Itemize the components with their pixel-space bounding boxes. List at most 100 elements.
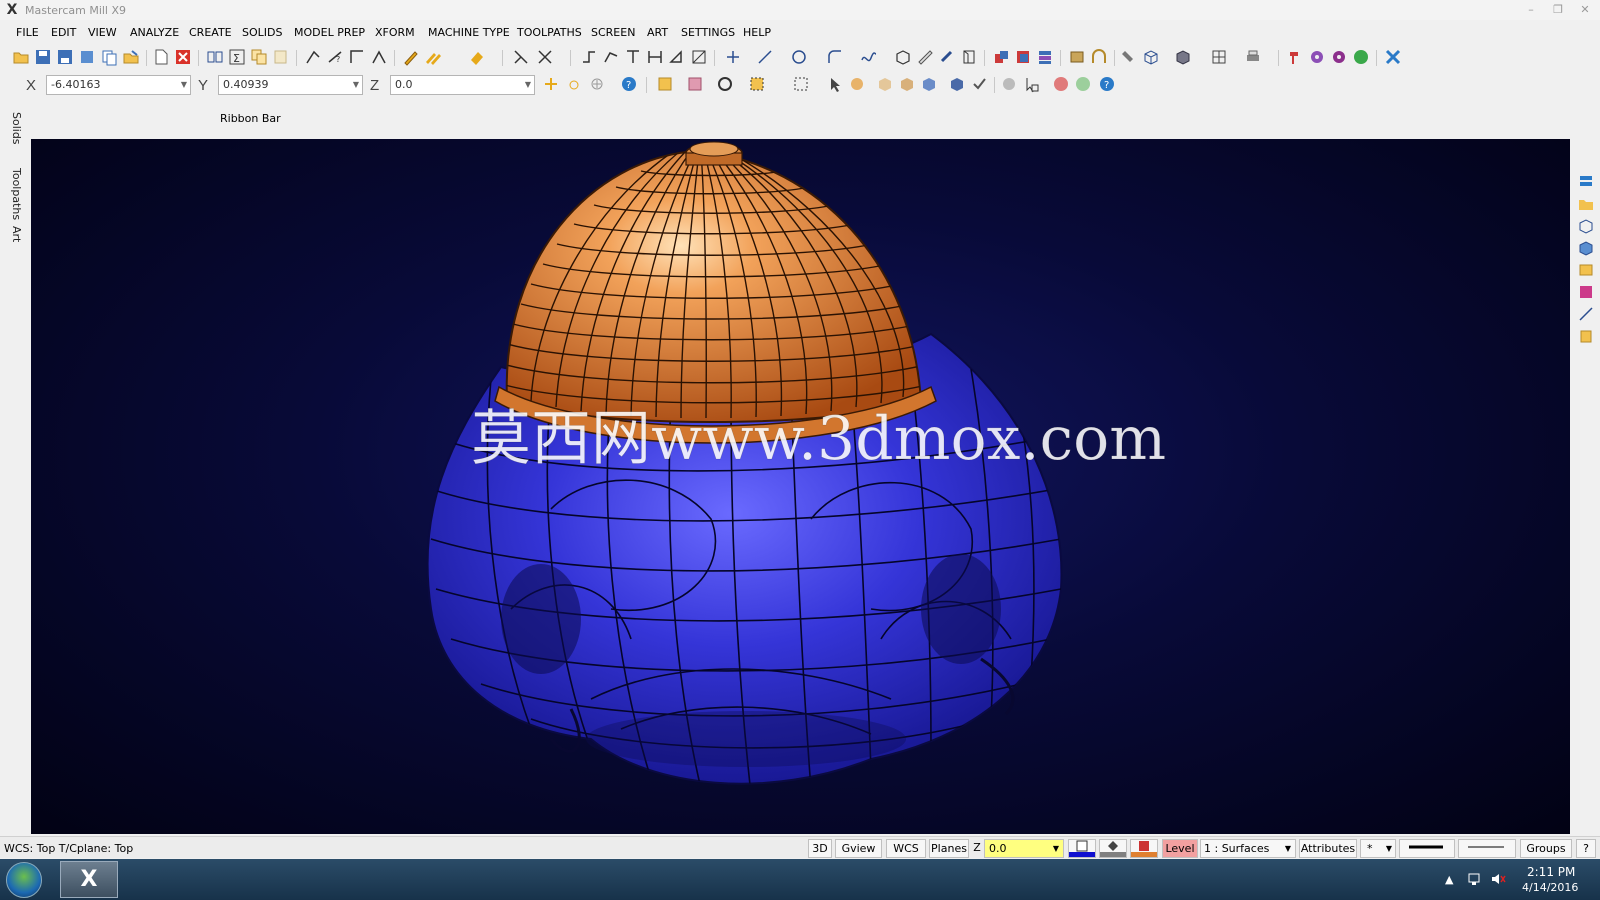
settings-gear-icon[interactable] (1330, 48, 1348, 66)
x-dropdown-arrow-icon[interactable]: ▼ (181, 76, 187, 94)
hammer-icon[interactable] (1286, 48, 1304, 66)
offset-icon[interactable] (602, 48, 620, 66)
line-width-select[interactable] (1458, 839, 1516, 858)
tab-art[interactable]: Art (10, 226, 23, 242)
x-coordinate-field[interactable]: -6.40163 ▼ (46, 75, 191, 95)
help-button[interactable]: ? (1576, 839, 1596, 858)
start-button[interactable] (6, 862, 42, 898)
solid-body-icon[interactable] (898, 75, 916, 93)
tab-solids[interactable]: Solids (10, 112, 23, 145)
clock-time[interactable]: 2:11 PM (1527, 865, 1575, 879)
analyze-point-icon[interactable] (1578, 306, 1594, 322)
paste-icon[interactable] (272, 48, 290, 66)
menu-create[interactable]: CREATE (189, 26, 232, 39)
extend-icon[interactable] (624, 48, 642, 66)
customize-icon[interactable] (1384, 48, 1402, 66)
mastercam-logo-icon[interactable]: X (4, 2, 20, 18)
join-icon[interactable] (580, 48, 598, 66)
bounding-box-icon[interactable] (960, 48, 978, 66)
folder-icon[interactable] (1578, 196, 1594, 212)
analyze-icon[interactable] (304, 48, 322, 66)
z-coordinate-field[interactable]: 0.0 ▼ (390, 75, 535, 95)
save-some-icon[interactable] (78, 48, 96, 66)
box-icon[interactable] (894, 48, 912, 66)
menu-file[interactable]: FILE (16, 26, 39, 39)
attributes-button[interactable]: Attributes (1299, 839, 1357, 858)
menu-solids[interactable]: SOLIDS (242, 26, 282, 39)
menu-xform[interactable]: XFORM (375, 26, 415, 39)
trim-icon[interactable] (512, 48, 530, 66)
model-canvas[interactable]: 莫西网www.3dmox.com (31, 139, 1570, 834)
chain-icon[interactable] (206, 48, 224, 66)
volume-icon[interactable] (1490, 871, 1506, 887)
z-depth-dropdown-icon[interactable]: ▼ (1053, 840, 1059, 857)
model-dome[interactable] (494, 141, 937, 444)
link-icon[interactable] (938, 48, 956, 66)
solid-color-button[interactable] (1130, 839, 1158, 858)
point-icon[interactable] (724, 48, 742, 66)
autocursor-options-icon[interactable] (588, 75, 606, 93)
open-editor-icon[interactable] (122, 48, 140, 66)
unselect-icon[interactable] (1022, 75, 1040, 93)
z-depth-field[interactable]: 0.0 ▼ (984, 839, 1064, 858)
analyze-distance-icon[interactable]: ? (326, 48, 344, 66)
line-style-select[interactable] (1399, 839, 1455, 858)
green-puzzle-icon[interactable] (1352, 48, 1370, 66)
menu-toolpaths[interactable]: TOOLPATHS (517, 26, 582, 39)
gear-icon[interactable] (1308, 48, 1326, 66)
selection-box-icon[interactable] (792, 75, 810, 93)
select-solid-icon[interactable] (848, 75, 866, 93)
solid-extrude-icon[interactable] (992, 48, 1010, 66)
color-button[interactable] (1068, 839, 1096, 858)
mastercam-icon[interactable]: X (60, 861, 118, 898)
pencil-icon[interactable] (402, 48, 420, 66)
groups-button[interactable]: Groups (1520, 839, 1572, 858)
analyze-contour-icon[interactable] (370, 48, 388, 66)
arch-icon[interactable] (1090, 48, 1108, 66)
stock-icon[interactable] (1068, 48, 1086, 66)
solid-edge-icon[interactable] (920, 75, 938, 93)
merge-icon[interactable] (100, 48, 118, 66)
sum-icon[interactable]: Σ (228, 48, 246, 66)
window-select-icon[interactable] (748, 75, 766, 93)
close-arc-icon[interactable] (690, 48, 708, 66)
menu-analyze[interactable]: ANALYZE (130, 26, 179, 39)
clock-date[interactable]: 4/14/2016 (1522, 881, 1578, 894)
3d-button[interactable]: 3D (808, 839, 832, 858)
tab-toolpaths[interactable]: Toolpaths (10, 168, 23, 220)
selection-help-icon[interactable]: ? (1098, 75, 1116, 93)
level-button[interactable]: Level (1162, 839, 1198, 858)
save-as-icon[interactable] (56, 48, 74, 66)
solid-layers-icon[interactable] (1036, 48, 1054, 66)
restore-button[interactable]: ❐ (1547, 3, 1569, 17)
fillet-icon[interactable] (826, 48, 844, 66)
break-icon[interactable] (536, 48, 554, 66)
layers-icon[interactable] (1578, 174, 1594, 190)
cancel-red-icon[interactable] (1052, 75, 1070, 93)
point-style-dropdown-icon[interactable]: ▼ (1386, 840, 1392, 857)
cube-outline-icon[interactable] (1578, 218, 1594, 234)
point-style-select[interactable]: * ▼ (1360, 839, 1396, 858)
pointer-icon[interactable] (826, 75, 844, 93)
rotate-view-icon[interactable] (716, 75, 734, 93)
line-icon[interactable] (756, 48, 774, 66)
menu-machine-type[interactable]: MACHINE TYPE (428, 26, 510, 39)
show-hidden-icons-icon[interactable]: ▲ (1445, 873, 1453, 886)
open-file-icon[interactable] (12, 48, 30, 66)
z-dropdown-arrow-icon[interactable]: ▼ (525, 76, 531, 94)
ok-green-icon[interactable] (1074, 75, 1092, 93)
y-dropdown-arrow-icon[interactable]: ▼ (353, 76, 359, 94)
wcs-button[interactable]: WCS (886, 839, 926, 858)
gview-button[interactable]: Gview (835, 839, 882, 858)
solid-select-icon[interactable] (1578, 284, 1594, 300)
select-last-icon[interactable] (1000, 75, 1018, 93)
copy-to-clipboard-icon[interactable] (1578, 328, 1594, 344)
fast-point-icon[interactable] (542, 75, 560, 93)
ruler-icon[interactable] (916, 48, 934, 66)
point-snap-icon[interactable] (564, 75, 582, 93)
surface-color-button[interactable] (1099, 839, 1127, 858)
minimize-button[interactable]: – (1520, 3, 1542, 17)
copy-icon[interactable] (250, 48, 268, 66)
divide-icon[interactable] (646, 48, 664, 66)
menu-screen[interactable]: SCREEN (591, 26, 635, 39)
